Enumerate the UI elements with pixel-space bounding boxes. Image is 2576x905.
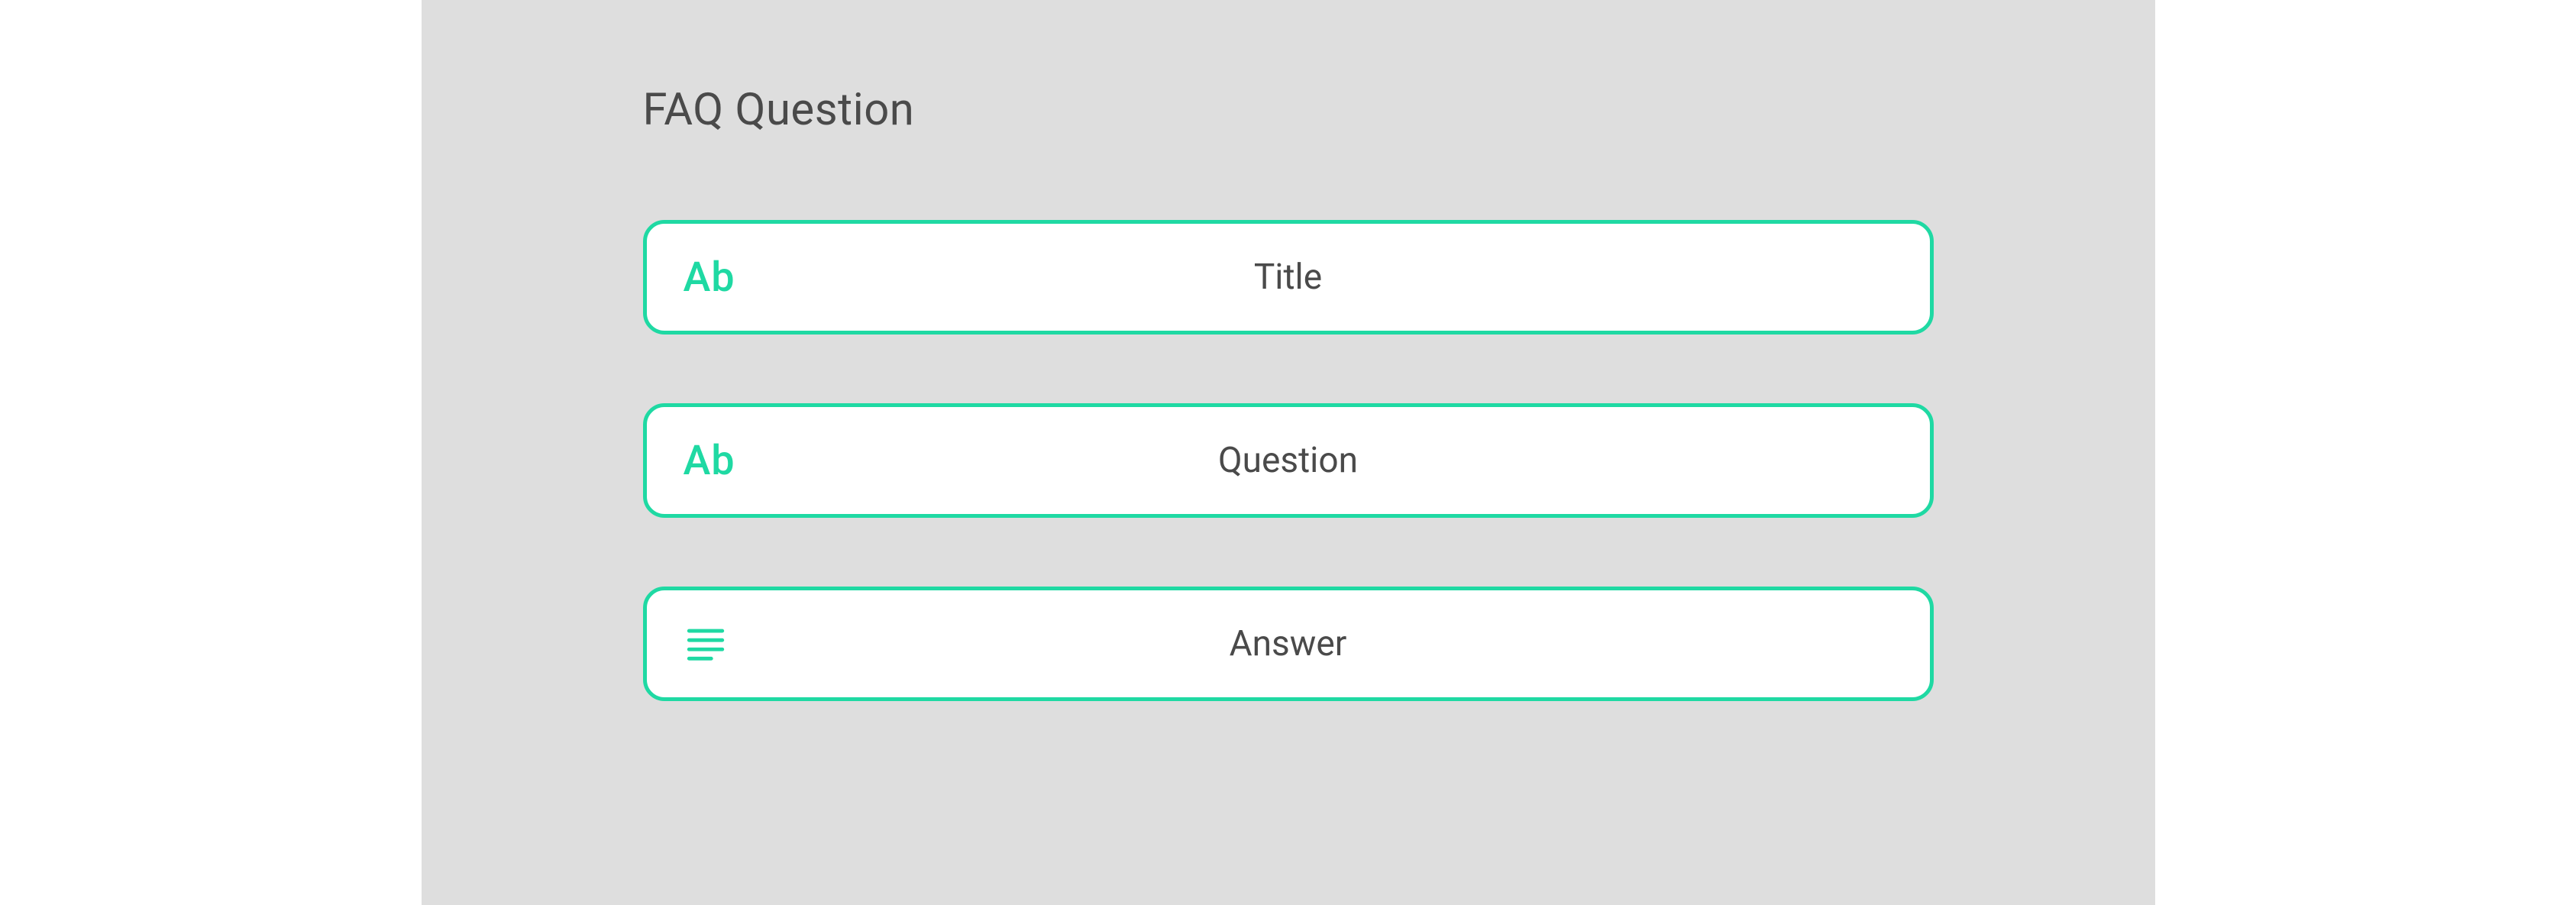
- page-outer: FAQ Question Ab Title Ab Question Answer: [0, 0, 2576, 905]
- paragraph-icon: [684, 622, 752, 666]
- answer-field[interactable]: Answer: [643, 587, 1934, 701]
- question-field[interactable]: Ab Question: [643, 403, 1934, 518]
- text-field-icon: Ab: [684, 254, 752, 302]
- question-field-label: Question: [752, 440, 1893, 481]
- text-field-icon: Ab: [684, 437, 752, 485]
- answer-field-label: Answer: [752, 623, 1893, 664]
- title-field[interactable]: Ab Title: [643, 220, 1934, 335]
- title-field-label: Title: [752, 257, 1893, 298]
- faq-question-panel: FAQ Question Ab Title Ab Question Answer: [422, 0, 2155, 905]
- panel-heading: FAQ Question: [643, 84, 1934, 136]
